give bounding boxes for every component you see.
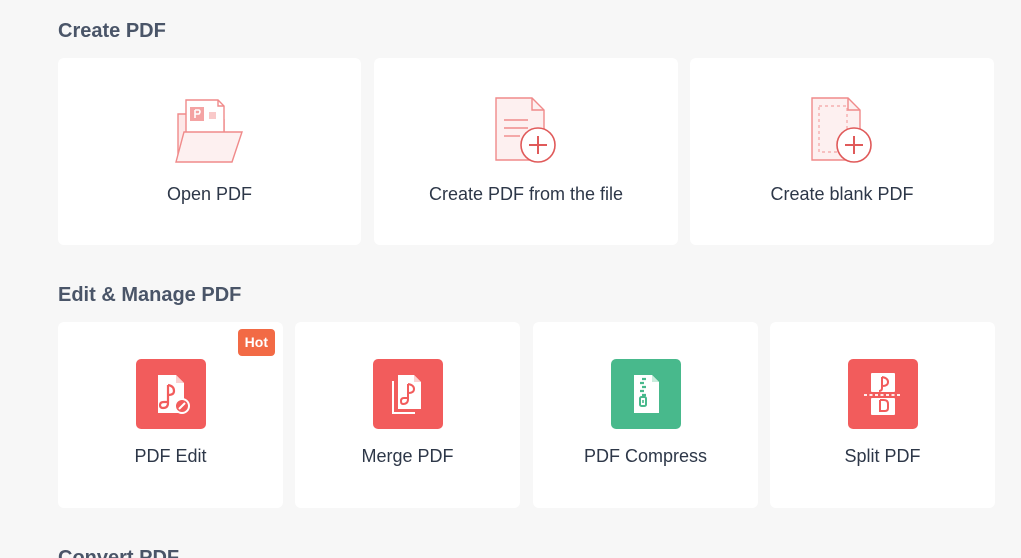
pdf-compress-icon	[610, 359, 681, 429]
hot-badge: Hot	[237, 329, 275, 356]
section-title-convert-pdf: Convert PDF	[58, 547, 180, 558]
blank-file-add-icon	[811, 97, 872, 163]
open-folder-pdf-icon	[174, 99, 243, 163]
section-title-create-pdf: Create PDF	[58, 20, 166, 42]
tools-page: Create PDF Open PDF Create PDF from the …	[0, 0, 1021, 558]
split-pdf-label: Split PDF	[844, 446, 921, 466]
pdf-edit-icon	[135, 359, 206, 429]
split-pdf-card[interactable]: Split PDF	[770, 322, 995, 508]
section-title-edit-manage-pdf: Edit & Manage PDF	[58, 284, 242, 306]
pdf-compress-card[interactable]: PDF Compress	[533, 322, 758, 508]
create-pdf-from-file-label: Create PDF from the file	[428, 184, 624, 204]
merge-pdf-icon	[372, 359, 443, 429]
merge-pdf-label: Merge PDF	[361, 446, 454, 466]
split-pdf-icon	[847, 359, 918, 429]
pdf-edit-card[interactable]: Hot PDF Edit	[58, 322, 283, 508]
create-blank-pdf-label: Create blank PDF	[770, 184, 914, 204]
open-pdf-label: Open PDF	[166, 184, 253, 204]
create-blank-pdf-card[interactable]: Create blank PDF	[690, 58, 994, 245]
merge-pdf-card[interactable]: Merge PDF	[295, 322, 520, 508]
pdf-compress-label: PDF Compress	[583, 446, 708, 466]
open-pdf-card[interactable]: Open PDF	[58, 58, 361, 245]
file-add-icon	[495, 97, 556, 163]
pdf-edit-label: PDF Edit	[134, 446, 207, 466]
create-pdf-from-file-card[interactable]: Create PDF from the file	[374, 58, 678, 245]
